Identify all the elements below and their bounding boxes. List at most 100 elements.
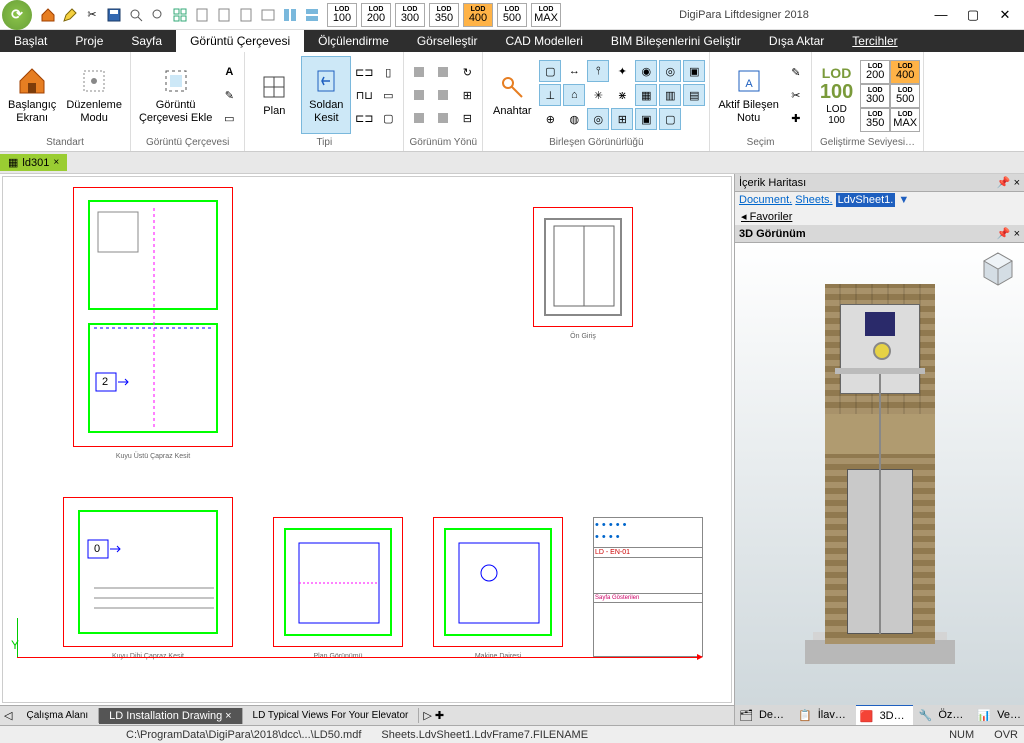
qat-layout-icon[interactable] <box>302 5 322 25</box>
sheet-view-2[interactable]: Ön Giriş <box>533 207 633 327</box>
vis15-icon[interactable]: ⊕ <box>539 108 561 130</box>
vis6-icon[interactable]: ◎ <box>659 60 681 82</box>
menu-cad-modelleri[interactable]: CAD Modelleri <box>492 30 597 52</box>
view-dir7-icon[interactable]: ↻ <box>456 61 478 83</box>
qat-lod-max[interactable]: LODMAX <box>531 3 561 27</box>
qat-lod-400[interactable]: LOD400 <box>463 3 493 27</box>
qat-grid-icon[interactable] <box>170 5 190 25</box>
vis18-icon[interactable]: ⊞ <box>611 108 633 130</box>
view-dir6-icon[interactable] <box>432 107 454 129</box>
sheet-tab-prev-icon[interactable]: ◁ <box>0 709 16 722</box>
rb-lod-200[interactable]: LOD200 <box>860 60 890 84</box>
view-dir8-icon[interactable]: ⊞ <box>456 84 478 106</box>
vis20-icon[interactable]: ▢ <box>659 108 681 130</box>
tipi-opt2-icon[interactable]: ⊓⊔ <box>353 84 375 106</box>
app-logo[interactable]: ⟳ <box>2 0 32 30</box>
btab-ilav[interactable]: 📋 İlav… <box>794 705 854 725</box>
vis3-icon[interactable]: ⫯ <box>587 60 609 82</box>
qat-home-icon[interactable] <box>38 5 58 25</box>
sheet-tab-typical[interactable]: LD Typical Views For Your Elevator <box>243 708 420 723</box>
qat-lod-200[interactable]: LOD200 <box>361 3 391 27</box>
vis13-icon[interactable]: ▥ <box>659 84 681 106</box>
sheet-view-5[interactable]: Makine Dairesi <box>433 517 563 647</box>
qat-layers-icon[interactable] <box>280 5 300 25</box>
view-dir1-icon[interactable] <box>408 61 430 83</box>
vis4-icon[interactable]: ✦ <box>611 60 633 82</box>
qat-save-icon[interactable] <box>104 5 124 25</box>
btab-ve[interactable]: 📊 Ve… <box>973 705 1024 725</box>
qat-doc3-icon[interactable] <box>236 5 256 25</box>
panel-close-icon[interactable]: × <box>1014 177 1020 189</box>
bc-current[interactable]: LdvSheet1. <box>836 193 896 207</box>
pin-icon[interactable]: 📌 <box>997 177 1011 189</box>
qat-doc1-icon[interactable] <box>192 5 212 25</box>
rb-lod-max[interactable]: LODMAX <box>890 108 920 132</box>
menu-goruntu-cercevesi[interactable]: Görüntü Çerçevesi <box>176 30 304 52</box>
btab-de[interactable]: 🗂 De… <box>735 705 792 725</box>
qat-pencil-icon[interactable] <box>60 5 80 25</box>
secim-opt2-icon[interactable]: ✂ <box>785 84 807 106</box>
add-frame-button[interactable]: Görüntü Çerçevesi Ekle <box>135 56 216 134</box>
panel2-close-icon[interactable]: × <box>1014 228 1020 240</box>
vis11-icon[interactable]: ⋇ <box>611 84 633 106</box>
sheet-tab-add-icon[interactable]: ▷ ✚ <box>419 709 448 722</box>
edit-mode-button[interactable]: Düzenleme Modu <box>62 56 126 134</box>
menu-tercihler[interactable]: Tercihler <box>838 30 911 52</box>
qat-lod-300[interactable]: LOD300 <box>395 3 425 27</box>
minimize-button[interactable]: — <box>926 4 956 26</box>
menu-bim-bilesen[interactable]: BIM Bileşenlerini Geliştir <box>597 30 755 52</box>
rb-lod-500[interactable]: LOD500 <box>890 84 920 108</box>
view-dir4-icon[interactable] <box>432 61 454 83</box>
aktif-bilesen-button[interactable]: A Aktif Bileşen Notu <box>714 56 783 134</box>
vis1-icon[interactable]: ▢ <box>539 60 561 82</box>
qat-lod-350[interactable]: LOD350 <box>429 3 459 27</box>
doc-tab-close-icon[interactable]: × <box>53 157 59 168</box>
favorites-link[interactable]: ◂ Favoriler <box>735 208 1024 225</box>
rb-lod-300[interactable]: LOD300 <box>860 84 890 108</box>
qat-lod-500[interactable]: LOD500 <box>497 3 527 27</box>
document-tab-ld301[interactable]: ▦ ld301 × <box>0 154 67 171</box>
menu-proje[interactable]: Proje <box>61 30 117 52</box>
pin2-icon[interactable]: 📌 <box>997 228 1011 240</box>
qat-zoom-out-icon[interactable] <box>148 5 168 25</box>
qat-scissors-icon[interactable]: ✂ <box>82 5 102 25</box>
view-dir9-icon[interactable]: ⊟ <box>456 107 478 129</box>
vis7-icon[interactable]: ▣ <box>683 60 705 82</box>
vis12-icon[interactable]: ▦ <box>635 84 657 106</box>
menu-gorsellestir[interactable]: Görselleştir <box>403 30 492 52</box>
vis21-icon[interactable] <box>683 108 705 130</box>
menu-sayfa[interactable]: Sayfa <box>117 30 176 52</box>
qat-sheet-icon[interactable] <box>258 5 278 25</box>
secim-opt3-icon[interactable]: ✚ <box>785 107 807 129</box>
rb-lod-400[interactable]: LOD400 <box>890 60 920 84</box>
vis16-icon[interactable]: ◍ <box>563 108 585 130</box>
bc-sheets[interactable]: Sheets. <box>795 194 832 206</box>
view-dir3-icon[interactable] <box>408 107 430 129</box>
tipi-opt3-icon[interactable]: ⊏⊐ <box>353 107 375 129</box>
maximize-button[interactable]: ▢ <box>958 4 988 26</box>
sheet-tab-installation[interactable]: LD Installation Drawing × <box>99 708 242 724</box>
vis8-icon[interactable]: ⊥ <box>539 84 561 106</box>
bc-dropdown-icon[interactable]: ▼ <box>898 194 909 206</box>
sheet-view-4[interactable]: Plan Görünümü <box>273 517 403 647</box>
vis2-icon[interactable]: ↔ <box>563 60 585 82</box>
sheet-tab-calisma[interactable]: Çalışma Alanı <box>16 708 99 723</box>
view3d-viewport[interactable] <box>735 243 1024 705</box>
menu-baslat[interactable]: Başlat <box>0 30 61 52</box>
vis10-icon[interactable]: ✳ <box>587 84 609 106</box>
tipi-opt1-icon[interactable]: ⊏⊐ <box>353 61 375 83</box>
menu-olculendirme[interactable]: Ölçülendirme <box>304 30 403 52</box>
qat-lod-100[interactable]: LOD100 <box>327 3 357 27</box>
vis9-icon[interactable]: ⌂ <box>563 84 585 106</box>
soldan-kesit-button[interactable]: Soldan Kesit <box>301 56 351 134</box>
rb-lod-350[interactable]: LOD350 <box>860 108 890 132</box>
menu-disa-aktar[interactable]: Dışa Aktar <box>755 30 838 52</box>
tipi-opt6-icon[interactable]: ▢ <box>377 107 399 129</box>
anahtar-button[interactable]: Anahtar <box>487 56 537 134</box>
sheet-view-3[interactable]: 0 Kuyu Dibi Çapraz Kesit <box>63 497 233 647</box>
btab-3d[interactable]: 🟥 3D… <box>856 704 913 725</box>
vis5-icon[interactable]: ◉ <box>635 60 657 82</box>
view-dir2-icon[interactable] <box>408 84 430 106</box>
vis14-icon[interactable]: ▤ <box>683 84 705 106</box>
drawing-canvas[interactable]: 2 Kuyu Üstü Çapraz Kesit Ön Giriş <box>2 176 732 703</box>
